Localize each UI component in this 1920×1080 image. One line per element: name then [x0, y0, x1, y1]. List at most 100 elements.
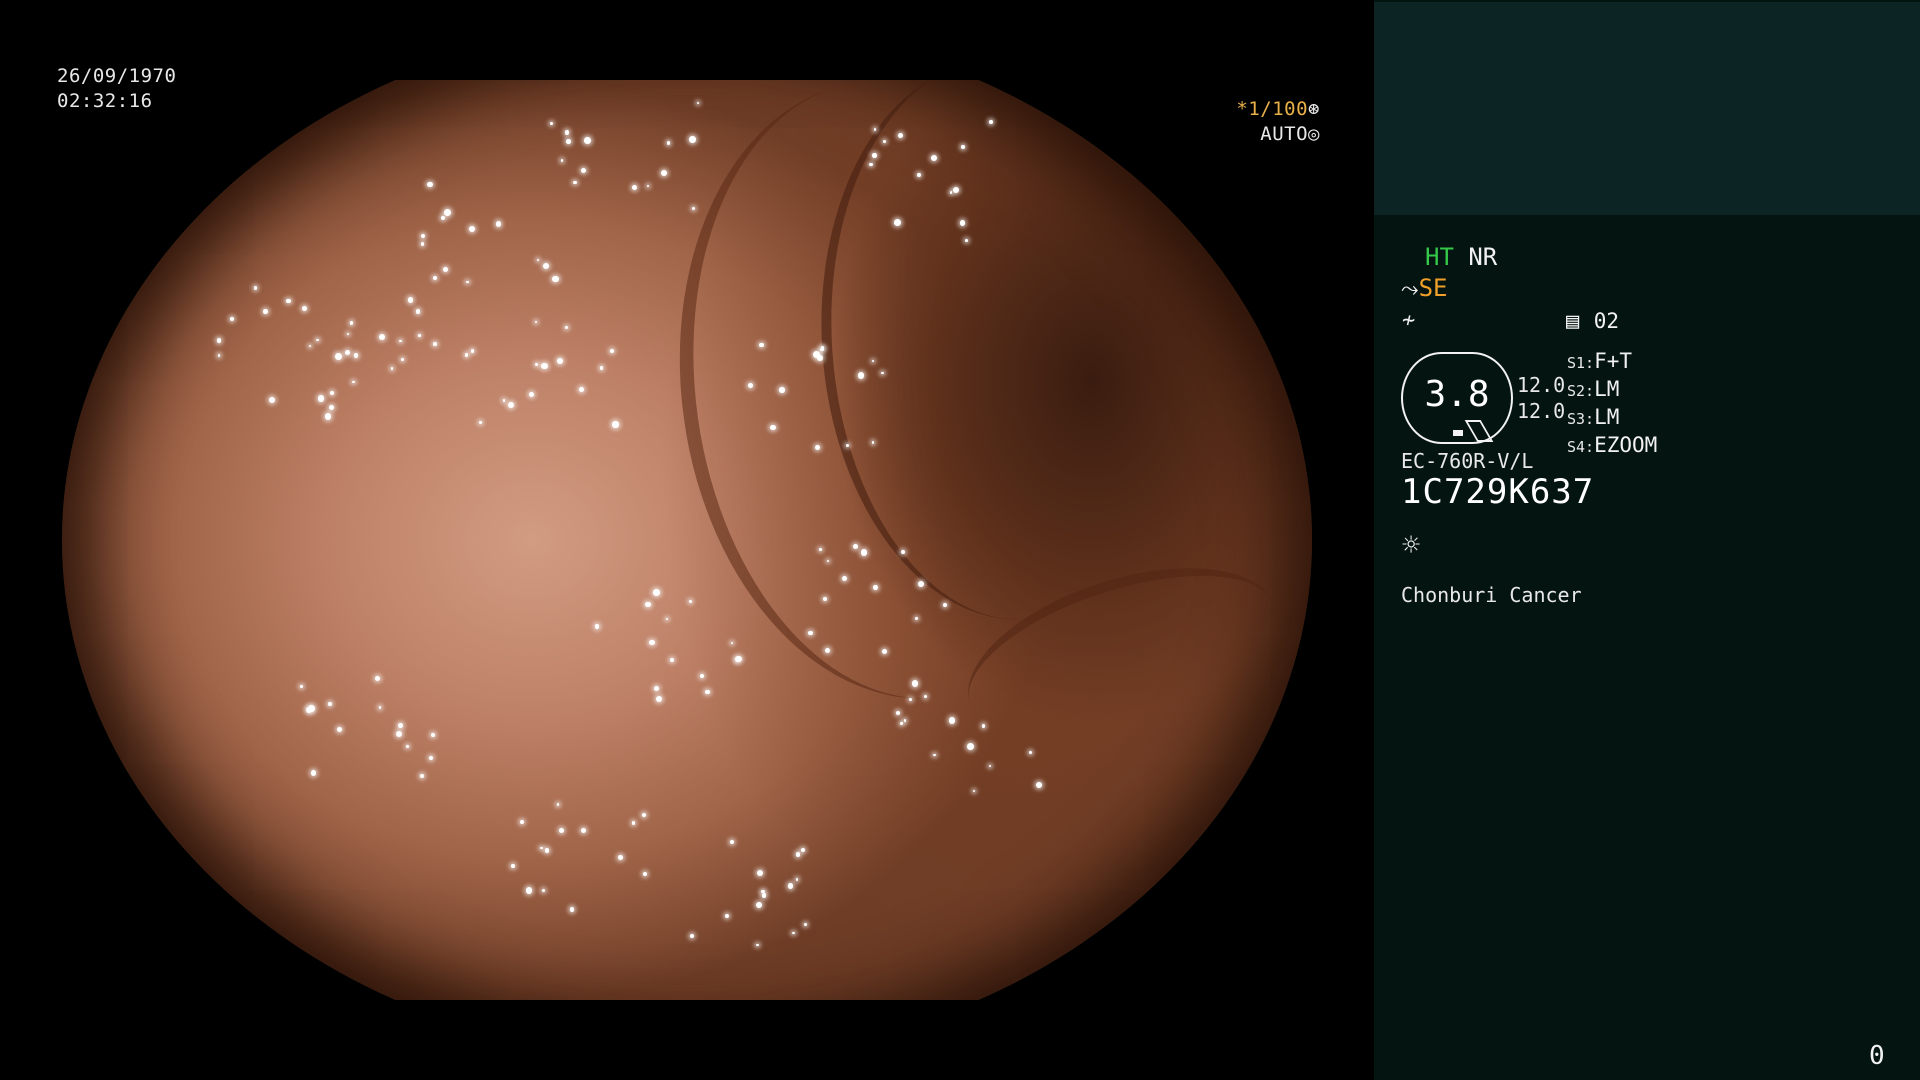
switch-list: S1:F+T S2:LM S3:LM S4:EZOOM: [1567, 346, 1657, 461]
specular-highlight: [378, 706, 381, 709]
color-mode-icon: ≁: [1402, 308, 1416, 333]
scope-model: EC-760R-V/L: [1401, 449, 1534, 473]
specular-highlight: [959, 220, 966, 226]
specular-highlight: [735, 659, 739, 662]
specular-highlight: [564, 130, 570, 135]
specular-highlight: [528, 391, 535, 397]
specular-highlight: [759, 342, 764, 348]
specular-highlight: [263, 309, 268, 314]
specular-highlight: [253, 286, 258, 290]
specular-highlight: [972, 789, 975, 792]
specular-highlight: [353, 353, 359, 358]
specular-highlight: [417, 333, 421, 337]
specular-highlight: [431, 733, 435, 737]
specular-highlight: [649, 639, 655, 646]
specular-highlight: [407, 297, 413, 303]
date-time-block: 26/09/1970 02:32:16: [57, 64, 176, 114]
se-label: SE: [1418, 274, 1448, 302]
specular-highlight: [420, 242, 424, 246]
specular-highlight: [965, 238, 968, 242]
specular-highlight: [646, 184, 649, 187]
specular-highlight: [808, 630, 813, 635]
endoscopy-image: [62, 40, 1312, 1040]
specular-highlight: [299, 685, 303, 688]
nr-label: NR: [1468, 243, 1498, 271]
specular-highlight: [612, 421, 619, 428]
specular-highlight: [872, 153, 877, 158]
specular-highlight: [324, 412, 332, 420]
specular-highlight: [432, 342, 437, 346]
specular-highlight: [534, 362, 538, 367]
specular-highlight: [631, 184, 638, 191]
specular-highlight: [989, 120, 994, 124]
specular-highlight: [540, 846, 543, 849]
memory-row: ▤ 02: [1566, 306, 1619, 336]
specular-highlight: [660, 169, 667, 176]
specular-highlight: [1036, 781, 1042, 788]
structure-row: ⤳SE: [1401, 274, 1448, 304]
specular-highlight: [217, 338, 222, 343]
shutter-speed: *1/100: [1236, 98, 1309, 120]
specular-highlight: [689, 136, 696, 143]
specular-highlight: [815, 444, 821, 450]
specular-highlight: [544, 848, 550, 853]
specular-highlight: [933, 753, 936, 757]
specular-highlight: [914, 616, 918, 621]
specular-highlight: [618, 854, 623, 860]
specular-highlight: [427, 181, 433, 188]
zoom-dial: 3.8: [1401, 352, 1513, 444]
specular-highlight: [507, 401, 514, 409]
specular-highlight: [852, 543, 858, 549]
switch-item: S2:LM: [1567, 377, 1620, 401]
shutter-block: *1/100⊛ AUTO◎: [1215, 97, 1320, 147]
specular-highlight: [335, 353, 342, 361]
info-panel-header: [1374, 2, 1920, 215]
scope-serial: 1C729K637: [1401, 472, 1595, 512]
institution-name: Chonburi Cancer: [1401, 583, 1582, 607]
specular-highlight: [795, 878, 798, 881]
specular-highlight: [756, 870, 763, 877]
specular-highlight: [560, 159, 564, 162]
specular-highlight: [688, 600, 692, 604]
specular-highlight: [761, 893, 767, 898]
structure-enhance-icon: ⤳: [1401, 277, 1419, 302]
specular-highlight: [310, 770, 316, 776]
specular-highlight: [579, 386, 584, 392]
specular-highlight: [981, 724, 986, 728]
specular-highlight: [729, 840, 734, 845]
specular-highlight: [730, 641, 734, 644]
specular-highlight: [792, 931, 795, 935]
specular-highlight: [599, 366, 603, 370]
specular-highlight: [881, 371, 884, 374]
exposure-mode: AUTO: [1260, 123, 1309, 145]
specular-highlight: [645, 602, 651, 608]
specular-highlight: [580, 827, 586, 833]
specular-highlight: [643, 871, 648, 876]
aperture-icon: ⊛: [1308, 98, 1320, 120]
specular-highlight: [328, 702, 332, 706]
specular-highlight: [286, 298, 291, 304]
specular-highlight: [502, 399, 506, 402]
specular-highlight: [308, 705, 315, 712]
specular-highlight: [390, 367, 394, 370]
zoom-indicator: [1453, 430, 1463, 436]
specular-highlight: [566, 139, 571, 144]
info-panel: [1374, 0, 1920, 1080]
switch-item: S1:F+T: [1567, 349, 1633, 373]
memory-card-icon: ▤: [1566, 309, 1580, 334]
specular-highlight: [961, 145, 965, 149]
switch-item: S3:LM: [1567, 405, 1620, 429]
specular-highlight: [398, 723, 404, 728]
specular-highlight: [800, 848, 805, 852]
ht-label: HT: [1425, 243, 1454, 271]
specular-highlight: [511, 864, 515, 868]
specular-highlight: [770, 424, 776, 431]
specular-highlight: [584, 137, 592, 144]
specular-highlight: [337, 726, 343, 732]
specular-highlight: [860, 549, 868, 556]
specular-highlight: [469, 226, 476, 232]
footer-counter: 0: [1869, 1041, 1885, 1071]
iris-icon: ◎: [1308, 123, 1320, 145]
image-crop-bottom: [62, 1000, 1312, 1040]
light-source-icon: ☼: [1402, 528, 1421, 563]
